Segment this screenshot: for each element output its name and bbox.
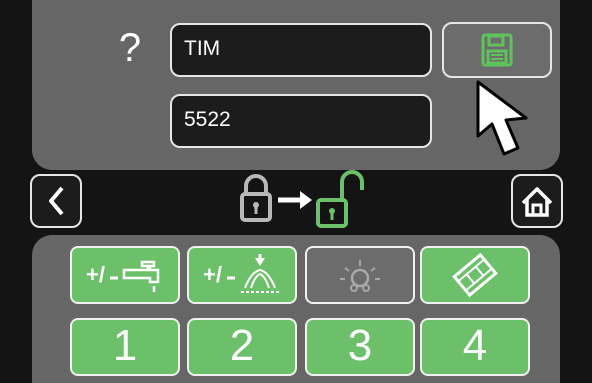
- username-field[interactable]: TIM: [170, 23, 432, 77]
- number-tile-4[interactable]: 4: [420, 318, 530, 376]
- light-bulb-icon: [340, 260, 380, 292]
- floppy-disk-icon: [481, 33, 513, 67]
- number-tile-3[interactable]: 3: [305, 318, 415, 376]
- water-tap-plus-minus-icon: +/: [86, 260, 160, 292]
- number-tile-2[interactable]: 2: [187, 318, 297, 376]
- pointer-cursor-icon: [476, 80, 528, 156]
- arrow-right-icon: [278, 191, 312, 209]
- spray-adjust-tile[interactable]: +/: [187, 246, 297, 304]
- spray-plus-minus-icon: +/: [203, 254, 279, 293]
- number-tile-1[interactable]: 1: [70, 318, 180, 376]
- home-icon: [521, 187, 553, 217]
- svg-text:+/: +/: [203, 262, 222, 287]
- svg-text:+/: +/: [86, 262, 105, 287]
- lock-transition: [238, 170, 368, 232]
- home-button[interactable]: [511, 174, 563, 228]
- tap-adjust-tile[interactable]: +/: [70, 246, 180, 304]
- pin-field[interactable]: 5522: [170, 94, 432, 148]
- film-tile[interactable]: [420, 246, 530, 304]
- light-tile[interactable]: [305, 246, 415, 304]
- lock-open-icon: [316, 170, 364, 228]
- help-button[interactable]: ?: [112, 24, 148, 72]
- lock-closed-icon: [240, 174, 272, 222]
- film-icon: [452, 252, 498, 298]
- chevron-left-icon: [49, 186, 64, 216]
- back-button[interactable]: [30, 174, 82, 228]
- save-button[interactable]: [442, 22, 552, 78]
